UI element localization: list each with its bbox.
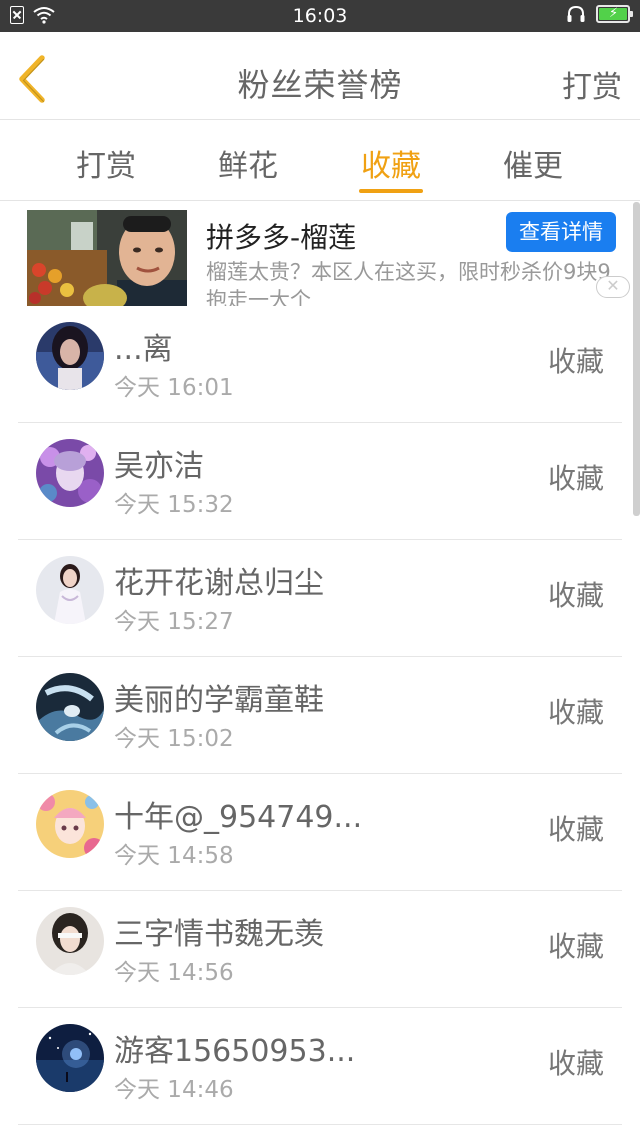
list-item[interactable]: 十年@_954749... 今天 14:58 收藏	[18, 774, 622, 891]
close-icon[interactable]: ✕	[596, 276, 630, 298]
avatar[interactable]	[36, 439, 104, 507]
battery-charging-icon: ⚡	[596, 5, 633, 23]
user-name: 游客15650953...	[114, 1034, 356, 1069]
status-bar: 16:03 ⚡	[0, 0, 640, 32]
action-label: 收藏	[547, 696, 604, 729]
battery-fill: ⚡	[599, 6, 627, 21]
timestamp: 今天 14:58	[114, 843, 234, 869]
avatar-blue-fantasy	[36, 673, 104, 741]
tab-active-underline	[359, 189, 423, 193]
user-name: 三字情书魏无羡	[114, 917, 324, 952]
timestamp: 今天 16:01	[114, 375, 234, 401]
user-name: ...离	[114, 332, 173, 367]
avatar-purple-flowers	[36, 439, 104, 507]
tab-urge-update[interactable]: 催更	[483, 141, 583, 185]
tip-button[interactable]: 打赏	[562, 62, 622, 106]
avatar-girl-white-dress	[36, 556, 104, 624]
ad-description[interactable]: 榴莲太贵？本区人在这买，限时秒杀价9块9抱走一大个	[206, 258, 626, 306]
list-item[interactable]: 吴亦洁 今天 15:32 收藏	[18, 423, 622, 540]
header: 粉丝荣誉榜 打赏	[0, 32, 640, 120]
avatar[interactable]	[36, 1024, 104, 1092]
status-right-icons: ⚡	[566, 5, 633, 23]
scrollbar[interactable]	[633, 202, 640, 516]
list-item[interactable]: 游客15650953... 今天 14:46 收藏	[18, 1008, 622, 1125]
avatar[interactable]	[36, 556, 104, 624]
timestamp: 今天 14:56	[114, 960, 234, 986]
action-label: 收藏	[547, 579, 604, 612]
bolt-icon: ⚡	[609, 6, 619, 21]
avatar[interactable]	[36, 673, 104, 741]
ad-image[interactable]	[27, 210, 187, 306]
timestamp: 今天 14:46	[114, 1077, 234, 1103]
avatar-costume-girl	[36, 907, 104, 975]
avatar-pink-anime	[36, 790, 104, 858]
user-name: 美丽的学霸童鞋	[114, 683, 324, 718]
action-label: 收藏	[547, 930, 604, 963]
ad-banner[interactable]: 拼多多-榴莲 榴莲太贵？本区人在这买，限时秒杀价9块9抱走一大个 查看详情 ✕	[0, 202, 640, 306]
ad-details-button[interactable]: 查看详情	[506, 212, 616, 252]
list-item[interactable]: ...离 今天 16:01 收藏	[18, 306, 622, 423]
timestamp: 今天 15:27	[114, 609, 234, 635]
status-time: 16:03	[292, 5, 348, 27]
headphones-icon	[567, 5, 585, 22]
tab-flowers[interactable]: 鲜花	[198, 141, 298, 185]
tab-favorites[interactable]: 收藏	[341, 141, 441, 185]
avatar[interactable]	[36, 322, 104, 390]
action-label: 收藏	[547, 462, 604, 495]
action-label: 收藏	[547, 1047, 604, 1080]
user-name: 十年@_954749...	[114, 800, 363, 835]
tab-bar: 打赏 鲜花 收藏 催更	[0, 121, 640, 201]
user-name: 花开花谢总归尘	[114, 566, 324, 601]
page-title: 粉丝荣誉榜	[237, 66, 403, 104]
ad-title[interactable]: 拼多多-榴莲	[206, 216, 356, 256]
list-item[interactable]: 美丽的学霸童鞋 今天 15:02 收藏	[18, 657, 622, 774]
timestamp: 今天 15:32	[114, 492, 234, 518]
timestamp: 今天 15:02	[114, 726, 234, 752]
list-item[interactable]: 花开花谢总归尘 今天 15:27 收藏	[18, 540, 622, 657]
avatar-night-sky	[36, 1024, 104, 1092]
avatar[interactable]	[36, 907, 104, 975]
avatar-girl-dark	[36, 322, 104, 390]
tab-tip[interactable]: 打赏	[56, 141, 156, 185]
ad-photo	[27, 210, 187, 306]
list-item[interactable]: 三字情书魏无羡 今天 14:56 收藏	[18, 891, 622, 1008]
user-name: 吴亦洁	[114, 449, 204, 484]
action-label: 收藏	[547, 345, 604, 378]
avatar[interactable]	[36, 790, 104, 858]
action-label: 收藏	[547, 813, 604, 846]
favorites-list: ...离 今天 16:01 收藏 吴亦洁 今天 15:32 收藏 花开花谢总归尘…	[18, 306, 622, 1125]
